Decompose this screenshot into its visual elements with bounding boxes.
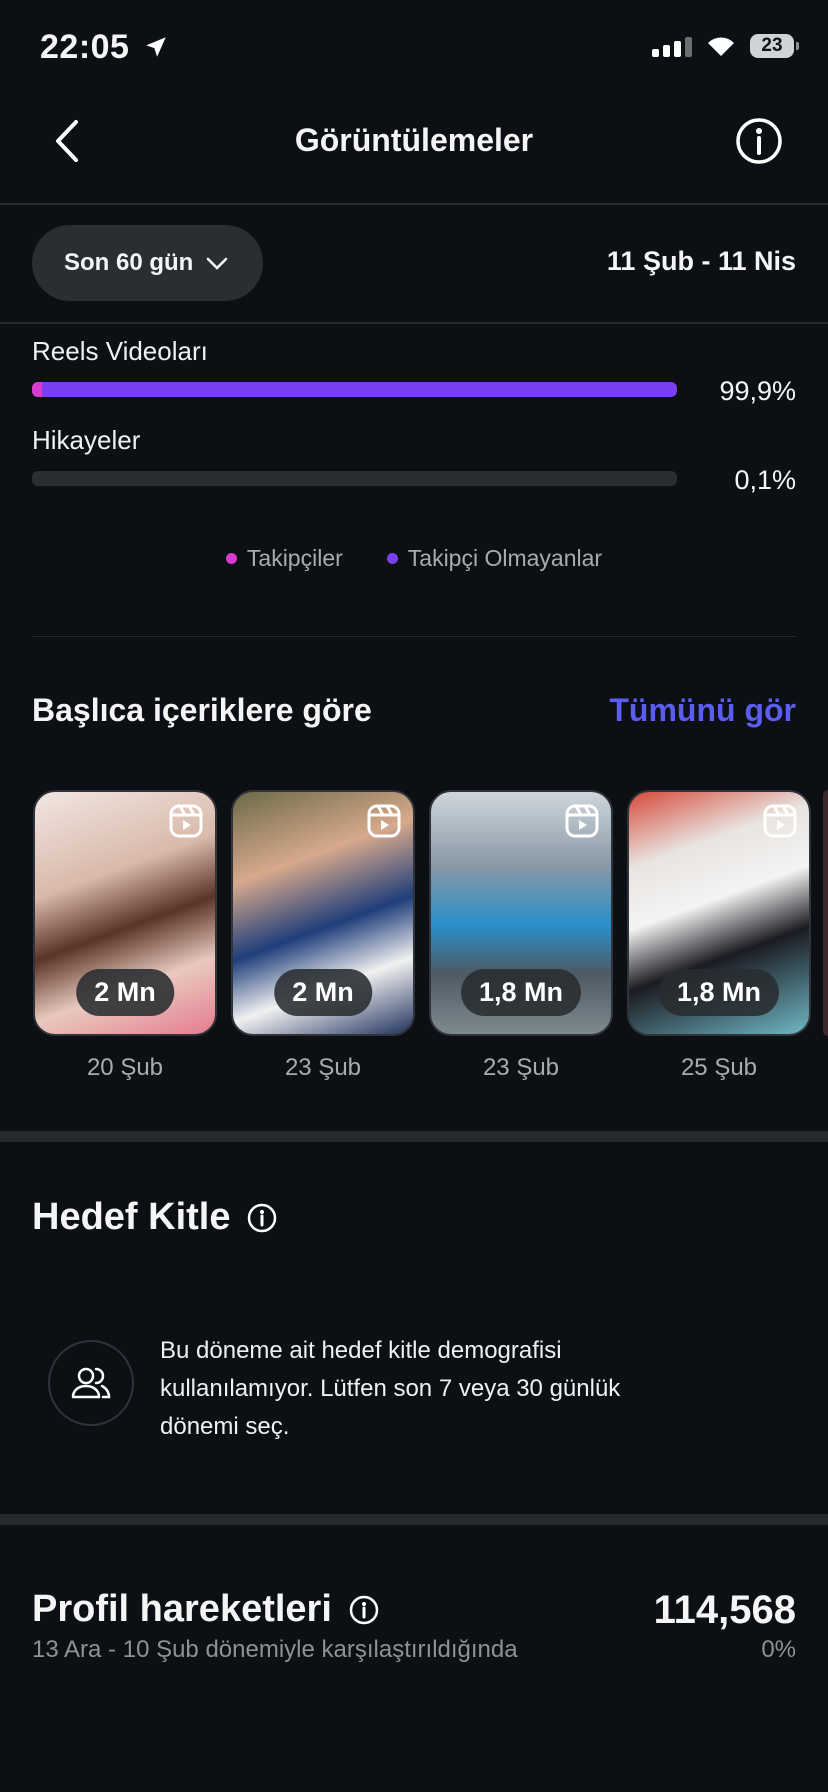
page-title: Görüntülemeler	[294, 122, 534, 158]
legend-dot-icon	[225, 553, 237, 564]
bar-track-stories	[32, 471, 677, 486]
reels-icon	[565, 804, 599, 838]
content-thumbnail[interactable]: 2 Mn	[33, 790, 217, 1036]
content-date: 23 Şub	[284, 1054, 362, 1081]
chevron-down-icon	[207, 257, 228, 270]
people-icon	[71, 1367, 111, 1399]
info-icon[interactable]	[734, 116, 784, 166]
bar-percent-reels: 99,9%	[719, 376, 796, 406]
legend-label: Takipçi Olmayanlar	[407, 545, 603, 571]
audience-title-text: Hedef Kitle	[32, 1196, 231, 1238]
status-indicators: 23	[652, 34, 799, 58]
info-icon[interactable]	[246, 1202, 278, 1234]
reels-icon	[367, 804, 401, 838]
view-count: 1,8 Mn	[460, 969, 582, 1016]
view-count: 1,8 Mn	[658, 969, 780, 1016]
range-divider	[0, 322, 828, 324]
wifi-icon	[708, 37, 734, 56]
see-all-link[interactable]: Tümünü gör	[609, 692, 796, 729]
audience-message: Bu döneme ait hedef kitle demografisi ku…	[160, 1337, 621, 1440]
view-count: 2 Mn	[76, 969, 174, 1016]
profile-activity-comparison: 13 Ara - 10 Şub dönemiyle karşılaştırıld…	[32, 1636, 518, 1663]
location-arrow-icon	[146, 37, 167, 57]
date-range-text: 11 Şub - 11 Nis	[606, 246, 796, 276]
reels-icon	[169, 804, 203, 838]
top-content-title: Başlıca içeriklere göre	[32, 692, 372, 728]
bar-label-stories: Hikayeler	[32, 425, 141, 455]
content-thumbnail[interactable]: 1,8 Mn	[627, 790, 811, 1036]
view-count: 2 Mn	[274, 969, 372, 1016]
bar-fill-reels-followers	[32, 382, 43, 397]
date-range-label: Son 60 gün	[64, 249, 194, 276]
battery-level: 23	[761, 35, 783, 56]
content-date: 20 Şub	[86, 1054, 164, 1081]
info-icon[interactable]	[348, 1594, 380, 1626]
status-time-text: 22:05	[40, 28, 130, 66]
profile-activity-value: 114,568	[653, 1588, 796, 1632]
next-thumbnail-edge	[823, 790, 828, 1036]
bar-percent-stories: 0,1%	[734, 465, 796, 495]
status-time: 22:05	[40, 28, 169, 67]
audience-icon-container	[48, 1340, 134, 1426]
content-thumbnail[interactable]: 2 Mn	[231, 790, 415, 1036]
header-divider	[0, 203, 828, 205]
content-date: 23 Şub	[482, 1054, 560, 1081]
bar-track-reels	[32, 382, 677, 397]
date-range-selector[interactable]: Son 60 gün	[32, 225, 263, 301]
legend-dot-icon	[386, 553, 398, 564]
section-divider	[32, 636, 796, 637]
profile-activity-title-text: Profil hareketleri	[32, 1588, 332, 1630]
legend-label: Takipçiler	[246, 545, 343, 571]
legend-item-nonfollowers: Takipçi Olmayanlar	[386, 545, 603, 572]
profile-activity-title: Profil hareketleri	[32, 1588, 380, 1631]
content-date: 25 Şub	[680, 1054, 758, 1081]
section-separator	[0, 1131, 828, 1142]
battery-icon: 23	[750, 34, 799, 58]
content-thumbnail[interactable]: 1,8 Mn	[429, 790, 613, 1036]
audience-title: Hedef Kitle	[32, 1196, 278, 1239]
legend: Takipçiler Takipçi Olmayanlar	[0, 545, 828, 572]
section-separator	[0, 1514, 828, 1525]
profile-activity-change: 0%	[761, 1636, 796, 1663]
legend-item-followers: Takipçiler	[225, 545, 343, 572]
reels-icon	[763, 804, 797, 838]
signal-icon	[652, 35, 692, 57]
bar-label-reels: Reels Videoları	[32, 336, 208, 366]
bar-fill-reels-nonfollowers	[32, 382, 677, 397]
